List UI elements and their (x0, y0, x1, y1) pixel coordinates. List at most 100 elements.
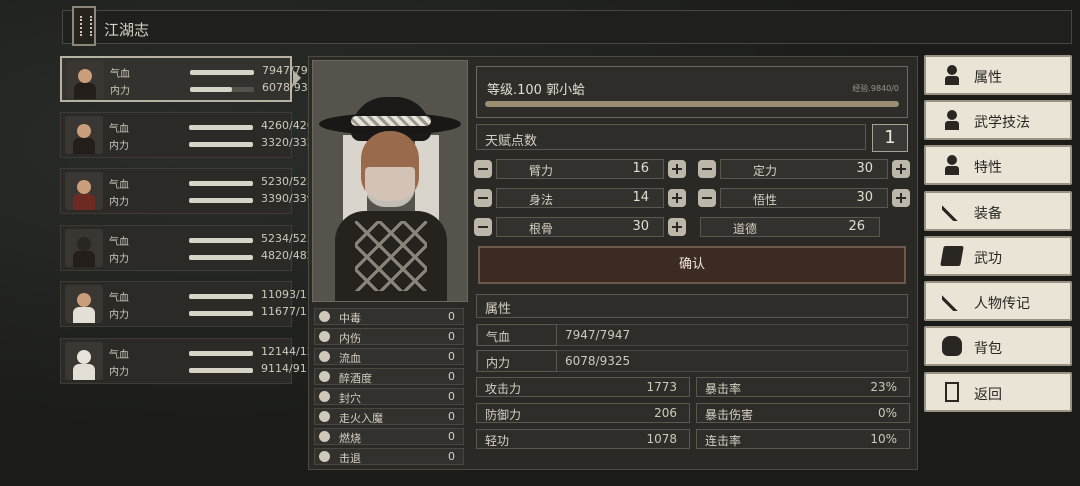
decrease-button[interactable] (698, 160, 716, 178)
decrease-button[interactable] (698, 189, 716, 207)
attribute-row: 道德 26 (700, 217, 880, 237)
talent-points-box: 天赋点数 (476, 124, 866, 150)
selected-arrow-icon (293, 70, 301, 86)
hp-label: 气血 (109, 350, 129, 361)
status-name: 中毒 (339, 312, 361, 325)
character-portrait (312, 60, 468, 302)
page-title: 江湖志 (104, 21, 150, 39)
poison-icon (319, 311, 330, 322)
character-card-4[interactable]: 气血 5234/5234 内力 4820/4820 (60, 225, 321, 271)
demon-icon (319, 411, 330, 422)
attribute-value: 16 (632, 161, 649, 176)
person-icon (942, 65, 962, 85)
mp-bar (189, 311, 253, 316)
stat-value: 1078 (646, 432, 677, 446)
status-value: 0 (448, 370, 455, 383)
level-box: 等级.100 郭小蛤 经验.9840/0 (476, 66, 908, 118)
mp-bar (189, 198, 253, 203)
status-value: 0 (448, 310, 455, 323)
increase-button[interactable] (668, 160, 686, 178)
character-card-2[interactable]: 气血 4260/4260 内力 3320/3320 (60, 112, 321, 158)
status-name: 击退 (339, 452, 361, 465)
attribute-value: 26 (848, 219, 865, 234)
menu-backpack-button[interactable]: 背包 (924, 326, 1072, 366)
combat-stat: 防御力 206 (476, 403, 690, 423)
hp-bar (189, 351, 253, 356)
menu-traits-button[interactable]: 特性 (924, 145, 1072, 185)
status-item: 击退 0 (314, 448, 464, 465)
character-card-5[interactable]: 气血 11093/11093 内力 11677/11677 (60, 281, 335, 327)
stat-value: 10% (870, 432, 897, 446)
status-value: 0 (448, 330, 455, 343)
avatar (66, 61, 104, 99)
drunk-icon (319, 371, 330, 382)
character-card-1[interactable]: 气血 7947/7947 内力 6078/9325 (60, 56, 322, 102)
menu-kungfu-button[interactable]: 武功 (924, 236, 1072, 276)
status-value: 0 (448, 390, 455, 403)
stat-value: 0% (877, 406, 897, 420)
stat-value: 6078/9325 (565, 354, 631, 368)
book-icon (940, 246, 964, 266)
stat-label: 气血 (477, 324, 557, 346)
status-name: 流血 (339, 352, 361, 365)
menu-label: 属性 (974, 70, 1002, 86)
hp-stat-row: 气血 7947/7947 (476, 324, 908, 346)
exp-text: 经验.9840/0 (852, 84, 899, 93)
talent-label: 天赋点数 (485, 134, 538, 149)
increase-button[interactable] (892, 160, 910, 178)
biography-icon (942, 291, 962, 311)
menu-label: 武功 (974, 251, 1002, 267)
hp-bar (189, 238, 253, 243)
scroll-icon (72, 6, 96, 46)
menu-label: 返回 (974, 387, 1002, 403)
stat-value: 7947/7947 (565, 328, 631, 342)
status-item: 醉酒度 0 (314, 368, 464, 385)
trait-person-icon (942, 155, 962, 175)
hp-bar (189, 294, 253, 299)
combat-stat: 轻功 1078 (476, 429, 690, 449)
knockback-icon (319, 451, 330, 462)
status-name: 内伤 (339, 332, 361, 345)
attribute-value: 30 (632, 219, 649, 234)
menu-biography-button[interactable]: 人物传记 (924, 281, 1072, 321)
avatar (65, 116, 103, 154)
attribute-row: 身法 14 (496, 188, 664, 208)
combat-stat: 连击率 10% (696, 429, 910, 449)
menu-return-button[interactable]: 返回 (924, 372, 1072, 412)
character-card-3[interactable]: 气血 5230/5230 内力 3390/3390 (60, 168, 321, 214)
stat-label: 连击率 (705, 434, 742, 448)
blood-icon (319, 351, 330, 362)
confirm-button[interactable]: 确认 (478, 246, 906, 284)
increase-button[interactable] (668, 189, 686, 207)
status-name: 封穴 (339, 392, 361, 405)
stat-label: 轻功 (485, 434, 510, 448)
mp-bar (189, 368, 253, 373)
decrease-button[interactable] (474, 218, 492, 236)
attribute-row: 臂力 16 (496, 159, 664, 179)
status-value: 0 (448, 350, 455, 363)
menu-equipment-button[interactable]: 装备 (924, 191, 1072, 231)
decrease-button[interactable] (474, 189, 492, 207)
increase-button[interactable] (892, 189, 910, 207)
increase-button[interactable] (668, 218, 686, 236)
sword-icon (942, 201, 962, 221)
hp-bar (190, 70, 254, 75)
mp-label: 内力 (109, 310, 129, 321)
stat-value: 23% (870, 380, 897, 394)
stat-label: 暴击伤害 (705, 408, 754, 422)
mp-label: 内力 (109, 141, 129, 152)
attribute-name: 道德 (733, 222, 758, 236)
menu-attributes-button[interactable]: 属性 (924, 55, 1072, 95)
exp-bar (485, 101, 899, 107)
mp-stat-row: 内力 6078/9325 (476, 350, 908, 372)
decrease-button[interactable] (474, 160, 492, 178)
menu-label: 特性 (974, 160, 1002, 176)
combat-stat: 攻击力 1773 (476, 377, 690, 397)
menu-label: 背包 (974, 341, 1002, 357)
hp-bar (189, 125, 253, 130)
character-card-6[interactable]: 气血 12144/12144 内力 9114/9114 (60, 338, 335, 384)
status-item: 流血 0 (314, 348, 464, 365)
mp-label: 内力 (109, 197, 129, 208)
menu-martial-skills-button[interactable]: 武学技法 (924, 100, 1072, 140)
combat-stat: 暴击率 23% (696, 377, 910, 397)
